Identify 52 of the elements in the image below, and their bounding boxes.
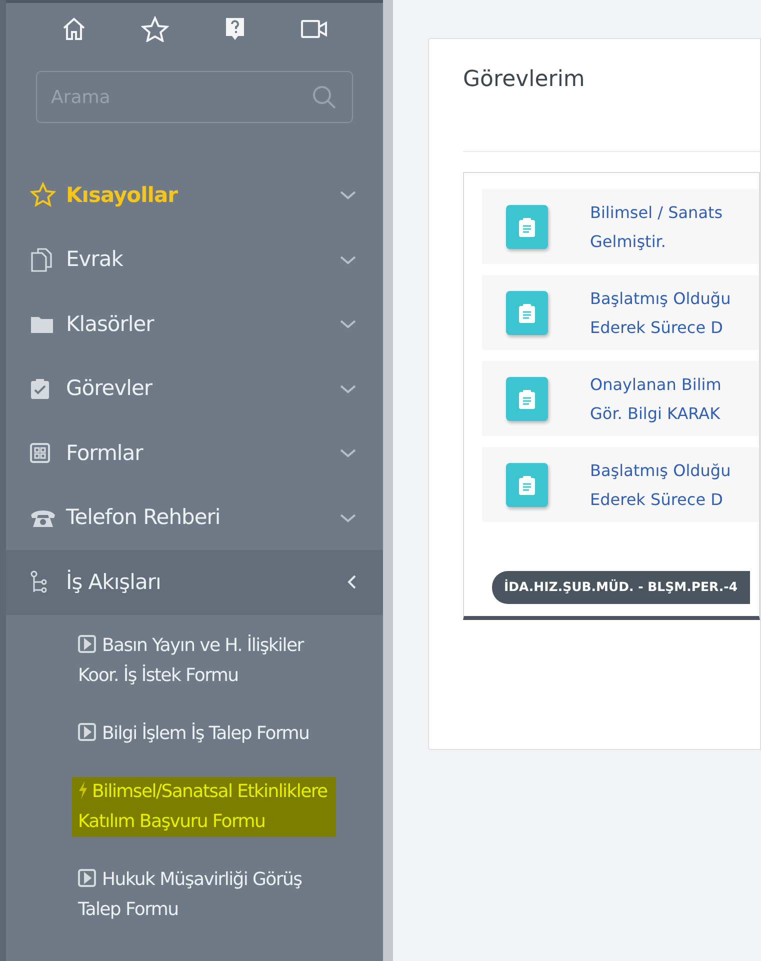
help-icon[interactable]: [224, 16, 246, 42]
menu-item[interactable]: İş Akışları: [6, 550, 383, 614]
star-icon[interactable]: [141, 16, 170, 42]
menu-item[interactable]: Kısayollar: [6, 163, 383, 228]
task-text-line: Ederek Sürece D: [590, 488, 724, 510]
chevron-icon: [347, 574, 357, 590]
search-icon: [311, 84, 337, 110]
workflow-form-link[interactable]: Basın Yayın ve H. İlişkiler Koor. İş İstek Formu: [78, 630, 336, 690]
scrollbar[interactable]: [383, 0, 393, 961]
menu-item[interactable]: Evrak: [6, 228, 383, 292]
chevron-icon: [339, 384, 357, 394]
task-row[interactable]: Onaylanan Bilim Gör. Bilgi KARAK: [482, 361, 759, 436]
chevron-icon: [339, 319, 357, 330]
video-camera-icon[interactable]: [300, 18, 328, 40]
task-text-line: Onaylanan Bilim: [590, 374, 722, 396]
task-text-line: Gelmiştir.: [590, 230, 667, 252]
task-row[interactable]: Bilimsel / Sanats Gelmiştir.: [482, 189, 759, 264]
clipboard-check-icon: [30, 378, 50, 400]
telephone-icon: [30, 508, 56, 528]
department-badge: İDA.HIZ.ŞUB.MÜD. - BLŞM.PER.-4: [492, 571, 750, 604]
panel-title: Görevlerim: [463, 39, 760, 152]
chevron-icon: [339, 448, 357, 458]
workflow-form-link[interactable]: Bilgi İşlem İş Talep Formu: [78, 718, 336, 748]
task-text-line: Bilimsel / Sanats: [590, 202, 723, 224]
workflow-form-link[interactable]: Bilimsel/Sanatsal Etkinliklere Katılım Başvuru Formu: [72, 776, 336, 836]
menu-item[interactable]: Görevler: [6, 356, 383, 421]
lightning-icon: [78, 780, 88, 798]
menu-item[interactable]: Klasörler: [6, 292, 383, 356]
clipboard-icon: [506, 204, 548, 248]
clipboard-icon: [506, 376, 548, 420]
folder-icon: [30, 314, 54, 334]
clipboard-icon: [506, 462, 548, 506]
menu-item[interactable]: Formlar: [6, 421, 383, 486]
chevron-icon: [339, 254, 357, 265]
task-text-line: Başlatmış Olduğu: [590, 460, 731, 482]
play-square-icon: [78, 634, 96, 652]
play-square-icon: [78, 868, 96, 886]
chevron-icon: [339, 190, 357, 200]
task-text-line: Gör. Bilgi KARAK: [590, 402, 722, 424]
task-text-line: Ederek Sürece D: [590, 316, 724, 338]
task-row[interactable]: Başlatmış Olduğu Ederek Sürece D: [482, 275, 759, 350]
chevron-icon: [339, 512, 357, 523]
task-row[interactable]: Başlatmış Olduğu Ederek Sürece D: [482, 447, 759, 522]
play-square-icon: [78, 722, 96, 740]
workflow-form-link[interactable]: Hukuk Müşavirliği Görüş Talep Formu: [78, 864, 336, 924]
menu-item[interactable]: Telefon Rehberi: [6, 486, 383, 550]
home-icon[interactable]: [61, 16, 88, 42]
task-text-line: Başlatmış Olduğu: [590, 288, 731, 310]
clipboard-icon: [506, 290, 548, 334]
star-icon: [30, 182, 56, 208]
documents-icon: [30, 246, 54, 273]
form-grid-icon: [30, 443, 52, 464]
